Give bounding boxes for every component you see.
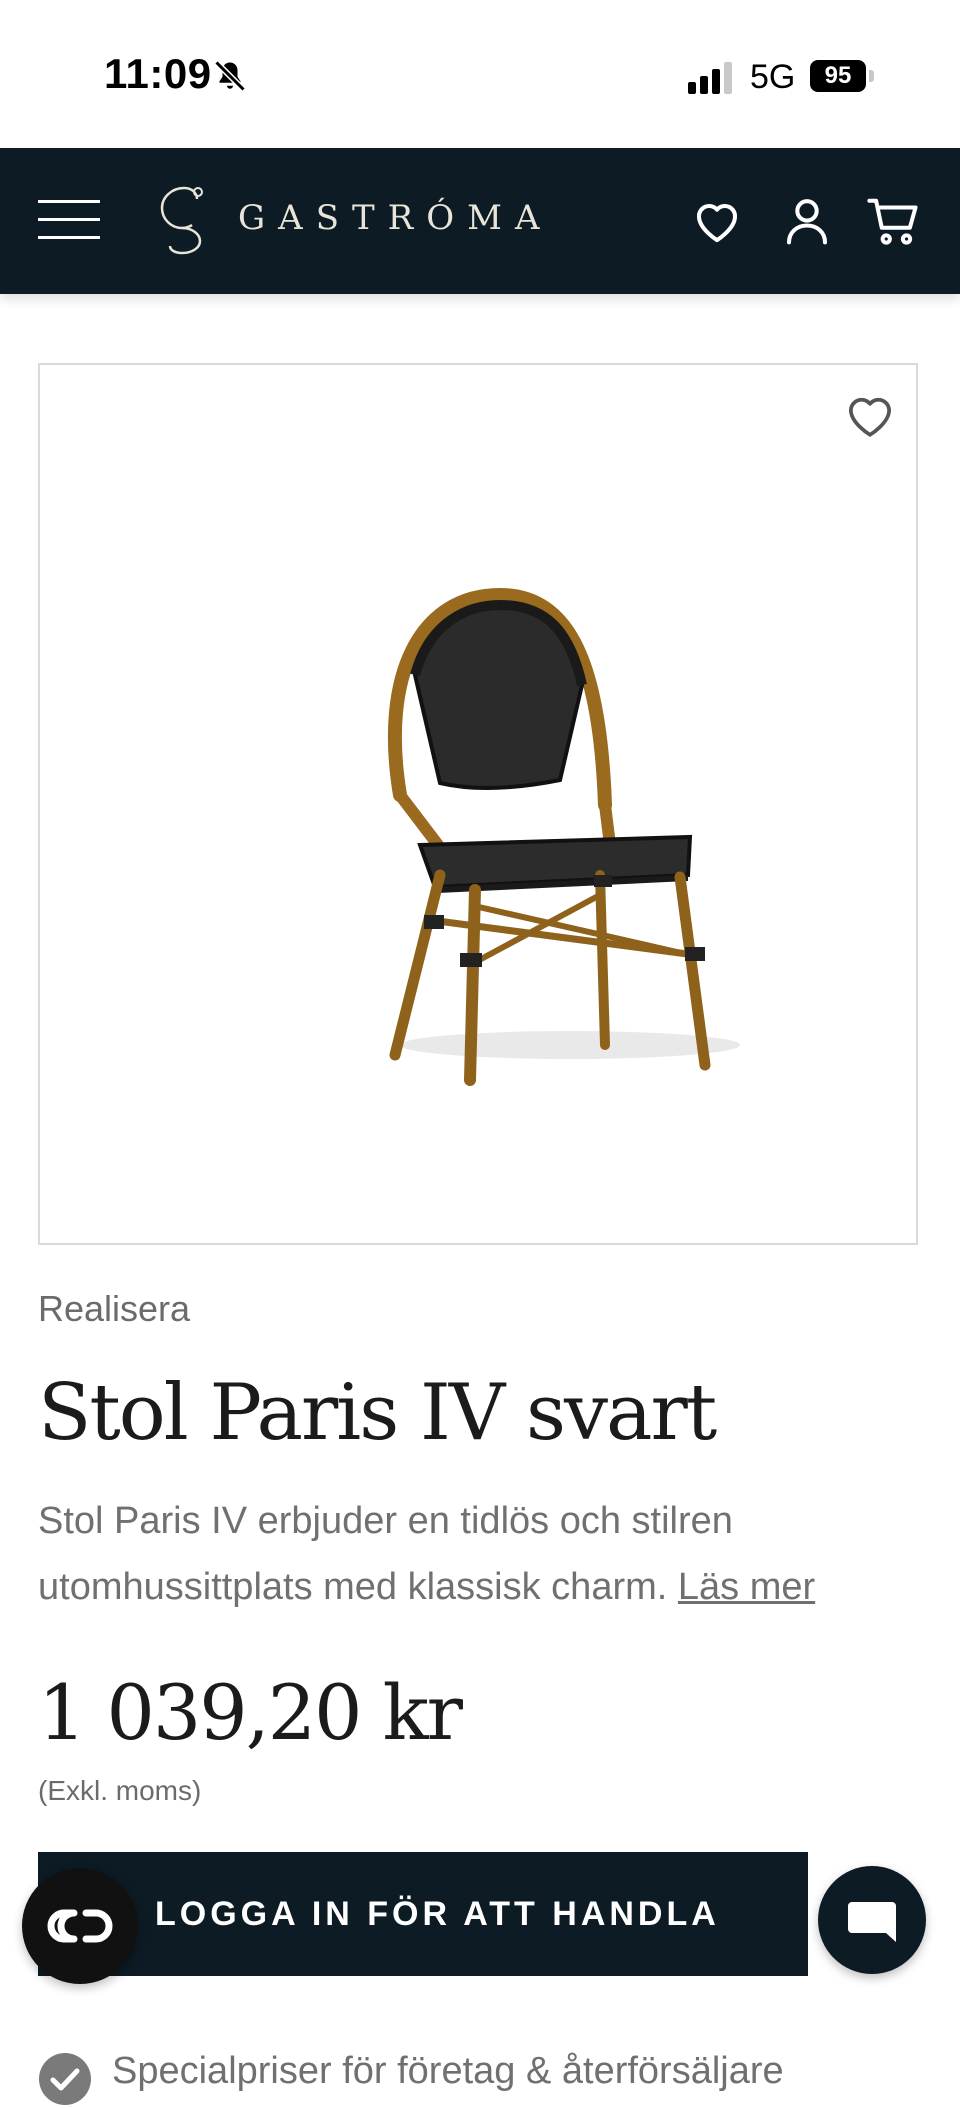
loop-widget-button[interactable]	[22, 1868, 138, 1984]
login-to-buy-button[interactable]: LOGGA IN FÖR ATT HANDLA	[38, 1852, 808, 1976]
product-description: Stol Paris IV erbjuder en tidlös och sti…	[38, 1488, 938, 1620]
chat-button[interactable]	[818, 1866, 926, 1974]
signal-icon	[688, 62, 732, 94]
logo-mark[interactable]	[154, 178, 210, 258]
status-bar: 11:09 5G 95	[0, 0, 960, 148]
check-icon	[39, 2053, 91, 2105]
battery-level: 95	[810, 60, 866, 92]
battery-tip	[869, 70, 874, 82]
product-price: 1 039,20 kr	[38, 1668, 463, 1757]
product-category[interactable]: Realisera	[38, 1288, 190, 1330]
favorite-icon[interactable]	[840, 387, 900, 443]
menu-icon[interactable]	[38, 198, 100, 242]
brand-name[interactable]: GASTRÓMA	[238, 198, 553, 238]
read-more-link[interactable]: Läs mer	[678, 1566, 815, 1608]
user-icon[interactable]	[780, 194, 834, 248]
cart-icon[interactable]	[866, 194, 920, 248]
product-title: Stol Paris IV svart	[38, 1368, 717, 1458]
product-description-text: Stol Paris IV erbjuder en tidlös och sti…	[38, 1500, 733, 1608]
site-header: GASTRÓMA	[0, 148, 960, 294]
vat-note: (Exkl. moms)	[38, 1775, 202, 1806]
chat-icon	[848, 1902, 896, 1942]
status-time: 11:09	[104, 50, 212, 97]
loop-icon	[47, 1909, 113, 1943]
network-label: 5G	[750, 58, 796, 96]
heart-icon[interactable]	[690, 194, 744, 248]
product-image-chair	[387, 587, 740, 1086]
product-image-card[interactable]	[38, 363, 918, 1245]
bell-slash-icon	[214, 60, 246, 92]
battery-indicator: 95	[810, 60, 876, 92]
